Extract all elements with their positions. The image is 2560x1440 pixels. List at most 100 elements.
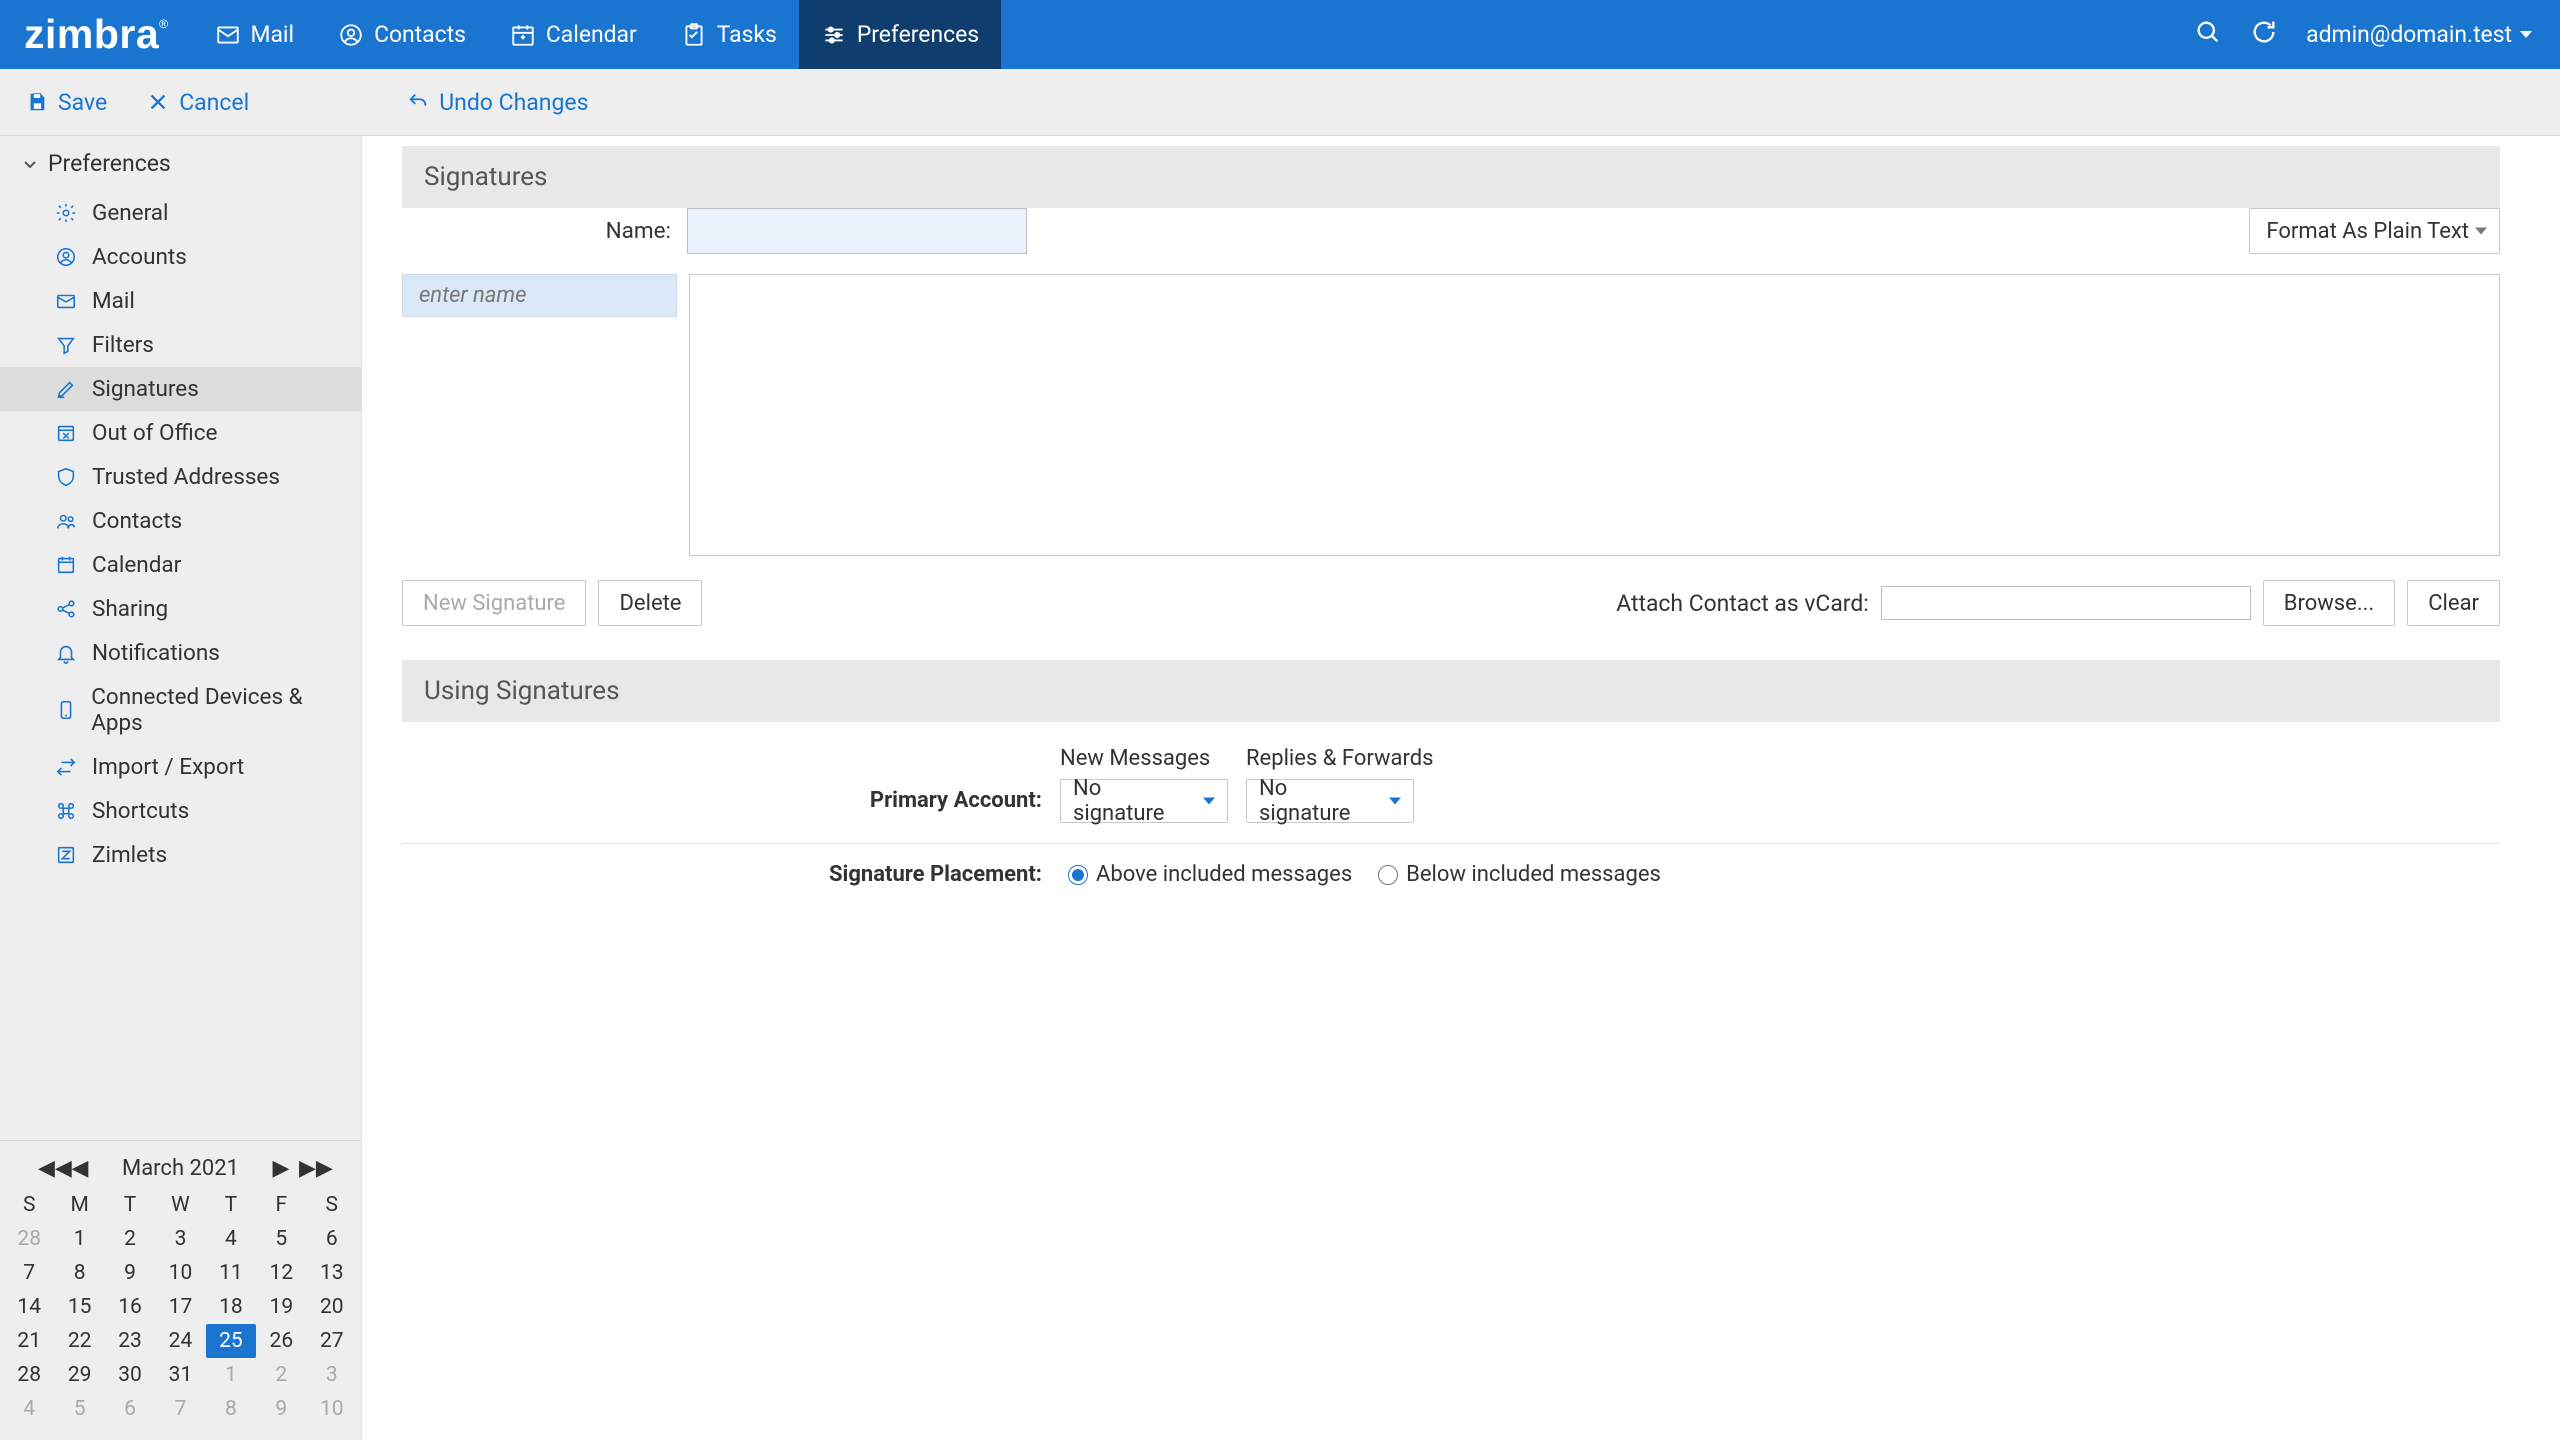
calendar-day[interactable]: 3 — [155, 1222, 205, 1256]
sidebar-item-ooo[interactable]: Out of Office — [0, 411, 361, 455]
share-icon — [54, 597, 78, 621]
calendar-day[interactable]: 10 — [155, 1256, 205, 1290]
calendar-day[interactable]: 6 — [307, 1222, 357, 1256]
signature-name-input[interactable] — [687, 208, 1027, 254]
calendar-day[interactable]: 10 — [307, 1392, 357, 1426]
device-icon — [54, 698, 77, 722]
sidebar-item-trusted[interactable]: Trusted Addresses — [0, 455, 361, 499]
calendar-day[interactable]: 11 — [206, 1256, 256, 1290]
calendar-day[interactable]: 25 — [206, 1324, 256, 1358]
section-using-header: Using Signatures — [402, 660, 2500, 722]
nav-calendar[interactable]: Calendar — [488, 0, 659, 69]
user-menu[interactable]: admin@domain.test — [2306, 21, 2532, 48]
calendar-day[interactable]: 3 — [307, 1358, 357, 1392]
sidebar-item-sharing[interactable]: Sharing — [0, 587, 361, 631]
sidebar-item-accounts[interactable]: Accounts — [0, 235, 361, 279]
calendar-day[interactable]: 5 — [54, 1392, 104, 1426]
placement-above-radio[interactable] — [1068, 865, 1088, 885]
nav-label: Tasks — [717, 21, 777, 48]
calendar-day[interactable]: 9 — [105, 1256, 155, 1290]
calendar-day[interactable]: 2 — [105, 1222, 155, 1256]
sidebar-item-mail[interactable]: Mail — [0, 279, 361, 323]
sidebar-item-label: Connected Devices & Apps — [91, 684, 351, 736]
calendar-day[interactable]: 5 — [256, 1222, 306, 1256]
calendar-day[interactable]: 4 — [206, 1222, 256, 1256]
placement-above-label: Above included messages — [1096, 862, 1352, 887]
calendar-day[interactable]: 28 — [4, 1222, 54, 1256]
cancel-button[interactable]: Cancel — [147, 89, 249, 116]
replies-select[interactable]: No signature — [1246, 779, 1414, 823]
calendar-day[interactable]: 30 — [105, 1358, 155, 1392]
sidebar-item-calendar[interactable]: Calendar — [0, 543, 361, 587]
tasks-app-icon — [681, 22, 707, 48]
calendar-day[interactable]: 1 — [54, 1222, 104, 1256]
signature-list-item-placeholder[interactable]: enter name — [402, 274, 677, 317]
clear-button[interactable]: Clear — [2407, 580, 2500, 626]
calendar-day[interactable]: 19 — [256, 1290, 306, 1324]
calendar-day[interactable]: 26 — [256, 1324, 306, 1358]
sidebar-item-devices[interactable]: Connected Devices & Apps — [0, 675, 361, 745]
cal-prev-month-icon[interactable]: ◀ — [68, 1156, 92, 1181]
placement-above-option[interactable]: Above included messages — [1068, 862, 1352, 887]
nav-mail[interactable]: Mail — [193, 0, 317, 69]
calendar-day[interactable]: 15 — [54, 1290, 104, 1324]
sidebar-item-notifications[interactable]: Notifications — [0, 631, 361, 675]
calendar-day[interactable]: 4 — [4, 1392, 54, 1426]
calendar-day[interactable]: 7 — [4, 1256, 54, 1290]
sidebar-item-filters[interactable]: Filters — [0, 323, 361, 367]
calendar-day[interactable]: 23 — [105, 1324, 155, 1358]
sidebar-item-shortcuts[interactable]: Shortcuts — [0, 789, 361, 833]
cal-next-year-icon[interactable]: ▶▶ — [299, 1156, 323, 1181]
dow-header: S — [307, 1188, 357, 1222]
calendar-day[interactable]: 17 — [155, 1290, 205, 1324]
save-button[interactable]: Save — [26, 89, 107, 116]
vcard-input[interactable] — [1881, 586, 2251, 620]
calendar-day[interactable]: 12 — [256, 1256, 306, 1290]
placement-below-radio[interactable] — [1378, 865, 1398, 885]
calendar-day[interactable]: 20 — [307, 1290, 357, 1324]
replies-header: Replies & Forwards — [1246, 746, 1434, 771]
sidebar-item-importexport[interactable]: Import / Export — [0, 745, 361, 789]
mini-calendar-title[interactable]: March 2021 — [98, 1156, 263, 1181]
calendar-day[interactable]: 8 — [54, 1256, 104, 1290]
calendar-day[interactable]: 27 — [307, 1324, 357, 1358]
nav-preferences[interactable]: Preferences — [799, 0, 1001, 69]
new-messages-select[interactable]: No signature — [1060, 779, 1228, 823]
calendar-day[interactable]: 28 — [4, 1358, 54, 1392]
calendar-day[interactable]: 8 — [206, 1392, 256, 1426]
search-icon[interactable] — [2194, 18, 2222, 52]
calendar-day[interactable]: 21 — [4, 1324, 54, 1358]
nav-tasks[interactable]: Tasks — [659, 0, 799, 69]
calendar-day[interactable]: 2 — [256, 1358, 306, 1392]
cal-next-month-icon[interactable]: ▶ — [269, 1156, 293, 1181]
signature-body-input[interactable] — [689, 274, 2500, 556]
refresh-icon[interactable] — [2250, 18, 2278, 52]
sidebar-item-general[interactable]: General — [0, 191, 361, 235]
sidebar-item-contacts[interactable]: Contacts — [0, 499, 361, 543]
undo-button[interactable]: Undo Changes — [407, 89, 588, 116]
dow-header: W — [155, 1188, 205, 1222]
browse-button[interactable]: Browse... — [2263, 580, 2395, 626]
new-signature-button[interactable]: New Signature — [402, 580, 586, 626]
sidebar-item-signatures[interactable]: Signatures — [0, 367, 361, 411]
nav-contacts[interactable]: Contacts — [316, 0, 488, 69]
placement-below-option[interactable]: Below included messages — [1378, 862, 1661, 887]
sidebar-item-zimlets[interactable]: Zimlets — [0, 833, 361, 877]
calendar-day[interactable]: 9 — [256, 1392, 306, 1426]
calendar-day[interactable]: 22 — [54, 1324, 104, 1358]
calendar-day[interactable]: 24 — [155, 1324, 205, 1358]
calendar-day[interactable]: 1 — [206, 1358, 256, 1392]
delete-signature-button[interactable]: Delete — [598, 580, 702, 626]
calendar-day[interactable]: 18 — [206, 1290, 256, 1324]
calendar-day[interactable]: 31 — [155, 1358, 205, 1392]
calendar-day[interactable]: 7 — [155, 1392, 205, 1426]
calendar-day[interactable]: 16 — [105, 1290, 155, 1324]
calendar-day[interactable]: 14 — [4, 1290, 54, 1324]
sidebar-header-preferences[interactable]: Preferences — [0, 136, 361, 191]
vcard-label: Attach Contact as vCard: — [1616, 590, 1869, 617]
format-select[interactable]: Format As Plain Text — [2249, 208, 2500, 254]
calendar-day[interactable]: 29 — [54, 1358, 104, 1392]
calendar-day[interactable]: 13 — [307, 1256, 357, 1290]
cal-prev-year-icon[interactable]: ◀◀ — [38, 1156, 62, 1181]
calendar-day[interactable]: 6 — [105, 1392, 155, 1426]
